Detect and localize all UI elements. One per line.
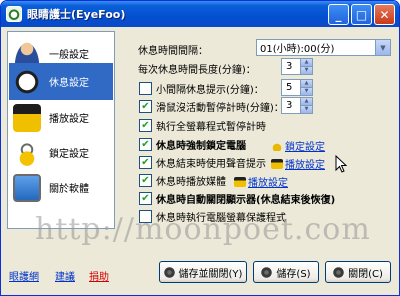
sidebar-item-label: 播放設定 xyxy=(49,114,89,125)
suggestion-link[interactable]: 建議 xyxy=(55,268,75,283)
lock-settings-link-label: 鎖定設定 xyxy=(285,142,325,153)
clapperboard-icon xyxy=(271,158,283,169)
interval-label: 休息時間間隔： xyxy=(138,46,208,57)
stepper-down-button[interactable]: ▼ xyxy=(300,88,312,95)
save-button[interactable]: 儲存(S) xyxy=(253,261,319,283)
auto-monitor-off-checkbox-row[interactable]: ✔ 休息時自動關閉顯示器(休息結束後恢復) xyxy=(139,191,335,206)
settings-window: 眼睛護士(EyeFoo) _ □ ✕ 一般設定 休息設定 播放設定 鎖定設定 關… xyxy=(0,0,400,296)
sidebar-item-break[interactable]: 休息設定 xyxy=(9,63,113,100)
close-button[interactable]: 關閉(C) xyxy=(325,261,391,283)
save-and-close-label: 儲存並關閉(Y) xyxy=(178,268,243,280)
auto-monitor-off-label: 休息時自動關閉顯示器(休息結束後恢復) xyxy=(156,195,336,206)
mouse-pause-value: 3 xyxy=(286,100,293,111)
sidebar-item-label: 關於軟體 xyxy=(49,184,89,195)
auto-monitor-off-checkbox[interactable]: ✔ xyxy=(139,192,152,205)
interval-select[interactable]: 01(小時):00(分) ▼ xyxy=(256,39,391,56)
force-lock-label: 休息時強制鎖定電腦 xyxy=(156,141,246,152)
chevron-down-icon[interactable]: ▼ xyxy=(375,40,390,55)
break-length-label: 每次休息時間長度(分鐘)： xyxy=(138,65,256,76)
sidebar-item-playback[interactable]: 播放設定 xyxy=(9,99,113,136)
lock-icon xyxy=(271,140,283,151)
small-break-checkbox[interactable] xyxy=(139,82,152,95)
force-lock-checkbox-row[interactable]: ✔ 休息時強制鎖定電腦 xyxy=(139,137,246,152)
mouse-pause-label: 滑鼠沒活動暫停計時(分鐘)： xyxy=(156,103,284,114)
sidebar-item-lock[interactable]: 鎖定設定 xyxy=(9,134,113,171)
mouse-cursor-icon xyxy=(335,155,347,173)
watermark-text: http://moonpoet.com xyxy=(35,212,371,247)
small-break-value: 5 xyxy=(286,82,293,93)
clock-icon xyxy=(13,67,41,96)
small-break-checkbox-row[interactable]: 小間隔休息提示(分鐘)： xyxy=(139,81,264,96)
sidebar-item-label: 一般設定 xyxy=(49,50,89,61)
sidebar-item-about[interactable]: 關於軟體 xyxy=(9,169,113,206)
media-playback-link-label: 播放設定 xyxy=(248,178,288,189)
sidebar-item-label: 休息設定 xyxy=(49,78,89,89)
window-title: 眼睛護士(EyeFoo) xyxy=(27,8,126,21)
minimize-button[interactable]: _ xyxy=(328,4,349,25)
mouse-pause-checkbox-row[interactable]: ✔ 滑鼠沒活動暫停計時(分鐘)： xyxy=(139,99,284,114)
fullscreen-pause-label: 執行全螢幕程式暫停計時 xyxy=(156,122,266,133)
save-and-close-button[interactable]: 儲存並關閉(Y) xyxy=(159,261,247,283)
title-bar[interactable]: 眼睛護士(EyeFoo) _ □ ✕ xyxy=(1,1,399,27)
media-playback-settings-link[interactable]: 播放設定 xyxy=(234,174,288,189)
save-icon xyxy=(163,266,175,278)
stepper-up-button[interactable]: ▲ xyxy=(300,98,312,106)
sound-playback-link-label: 播放設定 xyxy=(285,160,325,171)
eye-care-site-link[interactable]: 眼護網 xyxy=(9,268,39,283)
stepper-up-button[interactable]: ▲ xyxy=(300,59,312,67)
maximize-button[interactable]: □ xyxy=(351,4,372,25)
sound-playback-settings-link[interactable]: 播放設定 xyxy=(271,156,325,171)
play-media-label: 休息時播放媒體 xyxy=(156,177,226,188)
break-length-value: 3 xyxy=(286,61,293,72)
small-break-stepper[interactable]: 5 ▲ ▼ xyxy=(281,79,313,96)
play-media-checkbox[interactable]: ✔ xyxy=(139,174,152,187)
mouse-pause-checkbox[interactable]: ✔ xyxy=(139,100,152,113)
stepper-up-button[interactable]: ▲ xyxy=(300,80,312,88)
clapperboard-icon xyxy=(234,176,246,187)
sidebar-item-label: 鎖定設定 xyxy=(49,149,89,160)
close-icon xyxy=(333,266,345,278)
eye-app-icon xyxy=(6,6,22,22)
end-sound-label: 休息結束時使用聲音提示 xyxy=(156,159,266,170)
save-icon xyxy=(261,266,273,278)
monitor-icon xyxy=(13,173,41,202)
fullscreen-pause-checkbox[interactable]: ✔ xyxy=(139,119,152,132)
lock-settings-link[interactable]: 鎖定設定 xyxy=(271,138,325,153)
end-sound-checkbox-row[interactable]: ✔ 休息結束時使用聲音提示 xyxy=(139,155,266,170)
break-length-stepper[interactable]: 3 ▲ ▼ xyxy=(281,58,313,75)
force-lock-checkbox[interactable]: ✔ xyxy=(139,138,152,151)
fullscreen-pause-checkbox-row[interactable]: ✔ 執行全螢幕程式暫停計時 xyxy=(139,118,266,133)
interval-value: 01(小時):00(分) xyxy=(260,44,335,55)
small-break-label: 小間隔休息提示(分鐘)： xyxy=(156,85,264,96)
close-window-button[interactable]: ✕ xyxy=(374,4,395,25)
close-label: 關閉(C) xyxy=(348,268,383,280)
stepper-down-button[interactable]: ▼ xyxy=(300,106,312,113)
lock-icon xyxy=(13,138,41,167)
mouse-pause-stepper[interactable]: 3 ▲ ▼ xyxy=(281,97,313,114)
donate-link[interactable]: 捐助 xyxy=(89,268,109,283)
category-sidebar: 一般設定 休息設定 播放設定 鎖定設定 關於軟體 xyxy=(7,31,115,229)
play-media-checkbox-row[interactable]: ✔ 休息時播放媒體 xyxy=(139,173,226,188)
end-sound-checkbox[interactable]: ✔ xyxy=(139,156,152,169)
save-label: 儲存(S) xyxy=(276,268,311,280)
clapperboard-icon xyxy=(13,103,41,132)
stepper-down-button[interactable]: ▼ xyxy=(300,67,312,74)
